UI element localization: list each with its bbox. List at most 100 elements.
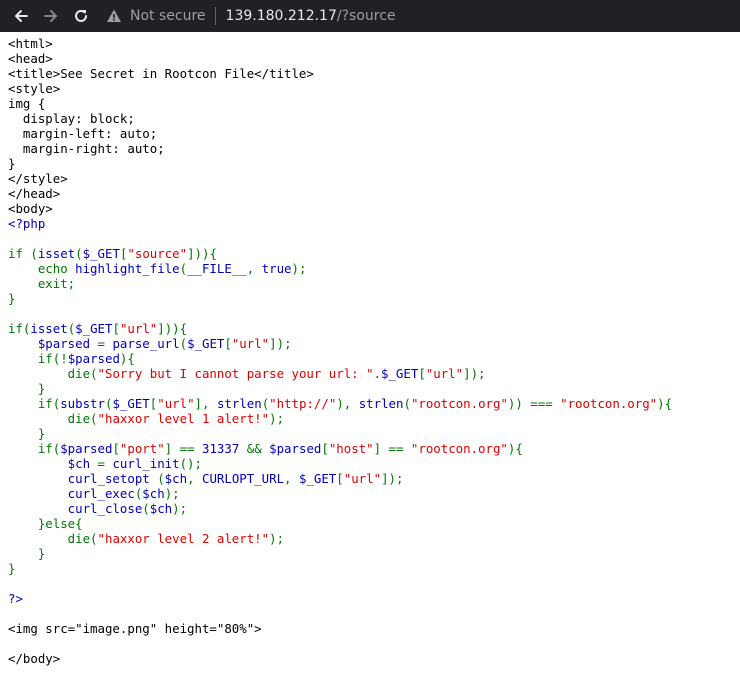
code-token-keyword: [: [336, 471, 344, 486]
code-token-keyword: if(: [8, 396, 61, 411]
source-line: }: [8, 291, 740, 306]
code-token-default: isset: [37, 246, 76, 261]
code-token-keyword: }: [8, 561, 16, 576]
code-token-default: strlen: [216, 396, 262, 411]
back-button[interactable]: [6, 0, 36, 32]
code-token-default: curl_exec: [8, 486, 135, 501]
code-token-default: ?>: [8, 591, 23, 606]
code-token-default: $_GET: [381, 366, 419, 381]
code-token-html: margin-left: auto;: [8, 126, 158, 141]
code-token-keyword: &&: [246, 441, 270, 456]
code-token-keyword: =: [97, 336, 113, 351]
source-line: $parsed = parse_url($_GET["url"]);: [8, 336, 740, 351]
source-line: }: [8, 546, 740, 561]
code-token-html: <body>: [8, 201, 53, 216]
address-bar[interactable]: Not secure 139.180.212.17/?source: [106, 0, 396, 32]
code-token-default: $parsed: [269, 441, 322, 456]
source-line: margin-right: auto;: [8, 141, 740, 156]
code-token-string: "port": [119, 441, 165, 456]
code-token-keyword: }: [8, 546, 46, 561]
code-token-keyword: (: [75, 246, 83, 261]
source-line: display: block;: [8, 111, 740, 126]
code-token-string: "Sorry but I cannot parse your url: ": [97, 366, 374, 381]
code-token-keyword: ])){: [187, 246, 217, 261]
code-token-keyword: ){: [507, 441, 523, 456]
source-line: echo highlight_file(__FILE__, true);: [8, 261, 740, 276]
arrow-right-icon: [44, 10, 57, 22]
code-token-default: __FILE__: [187, 261, 247, 276]
source-line: }else{: [8, 516, 740, 531]
code-token-keyword: ,: [187, 471, 202, 486]
source-line: if(substr($_GET["url"], strlen("http://"…: [8, 396, 740, 411]
highlighted-source-code: <html> <head> <title>See Secret in Rootcon…: [0, 36, 740, 666]
code-token-default: $_GET: [82, 246, 120, 261]
source-line: img {: [8, 96, 740, 111]
code-token-html: </head>: [8, 186, 61, 201]
code-token-html: </body>: [8, 651, 61, 666]
code-token-default: $parsed: [8, 336, 98, 351]
code-token-keyword: die(: [8, 411, 98, 426]
code-token-default: true: [261, 261, 292, 276]
code-token-keyword: if(: [8, 321, 31, 336]
code-token-html: </style>: [8, 171, 68, 186]
code-token-default: parse_url: [112, 336, 180, 351]
source-line: <body>: [8, 201, 740, 216]
source-line: if($parsed["port"] == 31337 && $parsed["…: [8, 441, 740, 456]
code-token-keyword: [: [112, 321, 120, 336]
source-line: <?php: [8, 216, 740, 231]
source-line: }: [8, 381, 740, 396]
address-divider: [214, 7, 216, 25]
code-token-keyword: )) ===: [507, 396, 561, 411]
source-line: [8, 576, 740, 591]
source-line: curl_setopt ($ch, CURLOPT_URL, $_GET["ur…: [8, 471, 740, 486]
source-line: }: [8, 426, 740, 441]
source-line: <img src="image.png" height="80%">: [8, 621, 740, 636]
code-token-string: "url": [157, 396, 195, 411]
code-token-keyword: }: [8, 291, 16, 306]
code-token-html: <style>: [8, 81, 61, 96]
code-token-keyword: echo: [8, 261, 76, 276]
source-line: }: [8, 156, 740, 171]
reload-button[interactable]: [66, 0, 96, 32]
security-status-label[interactable]: Not secure: [130, 8, 206, 24]
code-token-keyword: ]);: [463, 366, 486, 381]
source-line: </style>: [8, 171, 740, 186]
code-token-keyword: if(!: [8, 351, 68, 366]
code-token-html: <img src="image.png" height="80%">: [8, 621, 262, 636]
code-token-default: $parsed: [60, 441, 113, 456]
code-token-keyword: die(: [8, 366, 98, 381]
code-token-default: 31337: [201, 441, 247, 456]
code-token-html: <html>: [8, 36, 53, 51]
code-token-keyword: die(: [8, 531, 98, 546]
source-line: }: [8, 561, 740, 576]
code-token-default: strlen: [358, 396, 404, 411]
source-line: ?>: [8, 591, 740, 606]
browser-toolbar: Not secure 139.180.212.17/?source: [0, 0, 740, 32]
code-token-string: "host": [328, 441, 374, 456]
source-line: </body>: [8, 651, 740, 666]
code-token-keyword: ])){: [157, 321, 188, 336]
source-line: curl_exec($ch);: [8, 486, 740, 501]
code-token-keyword: [: [112, 441, 120, 456]
code-token-html: }: [8, 156, 16, 171]
code-token-default: $ch: [8, 456, 98, 471]
code-token-keyword: (: [179, 261, 188, 276]
code-token-keyword: (: [179, 336, 188, 351]
code-token-default: curl_init: [112, 456, 180, 471]
code-token-keyword: (: [157, 471, 165, 486]
code-token-keyword: (: [403, 396, 411, 411]
code-token-default: substr: [60, 396, 105, 411]
source-line: <style>: [8, 81, 740, 96]
code-token-default: curl_setopt: [8, 471, 158, 486]
forward-button[interactable]: [36, 0, 66, 32]
code-token-string: "url": [425, 366, 464, 381]
code-token-default: $_GET: [298, 471, 337, 486]
code-token-string: "haxxor level 2 alert!": [97, 531, 270, 546]
code-token-keyword: [: [418, 366, 426, 381]
code-token-keyword: =: [97, 456, 113, 471]
code-token-keyword: ){: [657, 396, 673, 411]
code-token-keyword: ]);: [269, 336, 292, 351]
code-token-html: <head>: [8, 51, 53, 66]
code-token-html: img {: [8, 96, 46, 111]
source-line: die("Sorry but I cannot parse your url: …: [8, 366, 740, 381]
